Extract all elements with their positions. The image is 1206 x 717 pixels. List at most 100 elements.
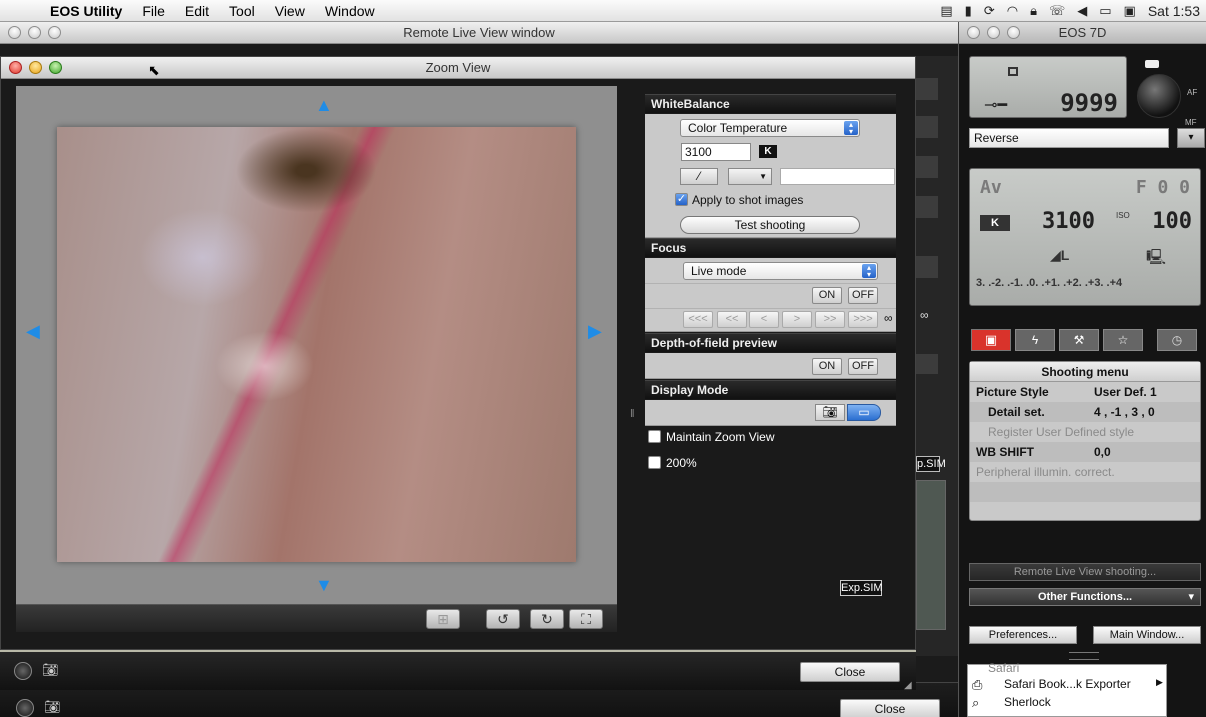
- maximize-icon[interactable]: [49, 61, 62, 74]
- wb-preset-dropdown[interactable]: ▼: [728, 168, 772, 185]
- preferences-button[interactable]: Preferences...: [969, 626, 1077, 644]
- focus-on-button[interactable]: ON: [812, 287, 842, 304]
- dof-off-button[interactable]: OFF: [848, 358, 878, 375]
- menu-edit[interactable]: Edit: [175, 0, 219, 22]
- wifi-icon[interactable]: ◠: [1007, 3, 1018, 19]
- menu-row-peripheral[interactable]: Peripheral illumin. correct.: [970, 462, 1200, 482]
- kelvin-unit-badge: K: [759, 145, 777, 158]
- rotate-left-icon[interactable]: ↺: [486, 609, 520, 629]
- grid-icon[interactable]: ⊞: [426, 609, 460, 629]
- remote-window-titlebar[interactable]: Remote Live View window: [0, 22, 958, 44]
- focus-off-button[interactable]: OFF: [848, 287, 878, 304]
- flash-tab-icon[interactable]: ϟ: [1015, 329, 1055, 351]
- list-item[interactable]: Safari: [988, 661, 1019, 675]
- splitter-handle[interactable]: ‖: [630, 408, 635, 420]
- timer-tab-icon[interactable]: ◷: [1157, 329, 1197, 351]
- reverse-field[interactable]: Reverse: [969, 128, 1169, 148]
- dof-section: ON OFF: [645, 353, 896, 379]
- remote-close-button[interactable]: Close: [840, 699, 940, 717]
- tools-tab-icon[interactable]: ⚒: [1059, 329, 1099, 351]
- eos-zoom-icon[interactable]: [1007, 26, 1020, 39]
- remote-infinity-label: ∞: [920, 308, 929, 322]
- dof-on-button[interactable]: ON: [812, 358, 842, 375]
- menu-row-picture-style[interactable]: Picture Style User Def. 1: [970, 382, 1200, 402]
- battery-icon[interactable]: ▮: [965, 3, 972, 19]
- apply-checkbox[interactable]: ✓: [675, 193, 688, 206]
- fit-screen-icon[interactable]: ⛶: [569, 609, 603, 629]
- pan-right-arrow-icon[interactable]: ▶: [588, 322, 602, 340]
- pc-display-icon[interactable]: ▭: [847, 404, 881, 421]
- status-tray: ▤ ▮ ⟳ ◠ 🔒︎ ☏ ◀ ▭ ▣ Sat 1:53: [940, 0, 1206, 22]
- mf-label: MF: [1185, 118, 1197, 127]
- display-icon[interactable]: ▭: [1099, 3, 1111, 19]
- test-shooting-button[interactable]: Test shooting: [680, 216, 860, 234]
- minimize-icon[interactable]: [29, 61, 42, 74]
- reverse-menu-button[interactable]: ▾: [1177, 128, 1205, 148]
- focus-near-1-button[interactable]: <: [749, 311, 779, 328]
- close-icon[interactable]: [9, 61, 22, 74]
- screen-icon[interactable]: ▣: [1124, 3, 1136, 19]
- remote-side-strip: ∞ p.SIM: [916, 56, 958, 656]
- quality-display[interactable]: ◢L: [1050, 247, 1069, 264]
- menu-row-register-style[interactable]: Register User Defined style: [970, 422, 1200, 442]
- shutter-dial[interactable]: [1137, 74, 1181, 118]
- eyedropper-icon[interactable]: ⁄: [680, 168, 718, 185]
- menu-row-detail-set[interactable]: Detail set. 4 , -1 , 3 , 0: [970, 402, 1200, 422]
- settings-lcd: Av F 0 0 K 3100 ISO 100 ◢L 🖳︎ 3. .-2. .-…: [969, 168, 1201, 306]
- focus-far-1-button[interactable]: >: [782, 311, 812, 328]
- remote-live-shooting-button[interactable]: Remote Live View shooting...: [969, 563, 1201, 581]
- focus-near-3-button[interactable]: <<<: [683, 311, 713, 328]
- menu-tool[interactable]: Tool: [219, 0, 265, 22]
- main-window-button[interactable]: Main Window...: [1093, 626, 1201, 644]
- zoom-close-button[interactable]: Close: [800, 662, 900, 682]
- camera-settings-icon[interactable]: 📷︎: [44, 699, 66, 717]
- other-functions-button[interactable]: Other Functions... ▾: [969, 588, 1201, 606]
- iso-display[interactable]: 100: [1152, 209, 1192, 234]
- clock[interactable]: Sat 1:53: [1148, 3, 1200, 19]
- eos-close-icon[interactable]: [967, 26, 980, 39]
- minimize-window-icon[interactable]: [28, 26, 41, 39]
- record-button[interactable]: [16, 699, 34, 717]
- kelvin-display[interactable]: 3100: [1042, 209, 1095, 234]
- focus-mode-select[interactable]: Live mode ▴ ▾: [683, 262, 878, 280]
- focus-far-2-button[interactable]: >>: [815, 311, 845, 328]
- aperture-display[interactable]: F 0 0: [1136, 177, 1190, 198]
- sync-icon[interactable]: ⟳: [984, 3, 995, 19]
- eos-minimize-icon[interactable]: [987, 26, 1000, 39]
- mymenu-tab-icon[interactable]: ☆: [1103, 329, 1143, 351]
- volume-icon[interactable]: ◀: [1077, 3, 1087, 19]
- kelvin-input[interactable]: 3100: [681, 143, 751, 161]
- resize-corner-icon[interactable]: ◢: [904, 680, 912, 691]
- zoom-200-checkbox[interactable]: [648, 456, 661, 469]
- zoom-window-icon[interactable]: [48, 26, 61, 39]
- menu-file[interactable]: File: [132, 0, 175, 22]
- camera-tab-icon[interactable]: ▣: [971, 329, 1011, 351]
- zoom-record-button[interactable]: [14, 662, 32, 680]
- rotate-right-icon[interactable]: ↻: [530, 609, 564, 629]
- maintain-zoom-checkbox[interactable]: [648, 430, 661, 443]
- phone-icon[interactable]: ☏: [1049, 3, 1065, 19]
- menu-row-wb-shift[interactable]: WB SHIFT 0,0: [970, 442, 1200, 462]
- list-item[interactable]: Sherlock: [1004, 695, 1051, 709]
- zoom-camera-settings-icon[interactable]: 📷︎: [42, 662, 59, 678]
- script-icon[interactable]: ▤: [940, 3, 952, 19]
- menu-app-name[interactable]: EOS Utility: [44, 0, 132, 22]
- pan-up-arrow-icon[interactable]: ▲: [315, 96, 333, 114]
- menu-window[interactable]: Window: [315, 0, 385, 22]
- zoom-titlebar[interactable]: Zoom View: [1, 57, 915, 79]
- menu-view[interactable]: View: [265, 0, 315, 22]
- lock-icon[interactable]: 🔒︎: [1030, 3, 1037, 19]
- eos-titlebar[interactable]: EOS 7D: [959, 22, 1206, 44]
- submenu-arrow-icon: ▶: [1156, 677, 1163, 687]
- pan-down-arrow-icon[interactable]: ▼: [315, 576, 333, 594]
- resize-grip[interactable]: [1069, 652, 1099, 660]
- focus-near-2-button[interactable]: <<: [717, 311, 747, 328]
- camera-display-icon[interactable]: 📷︎: [815, 404, 845, 421]
- close-window-icon[interactable]: [8, 26, 21, 39]
- wb-mode-select[interactable]: Color Temperature ▴ ▾: [680, 119, 860, 137]
- pan-left-arrow-icon[interactable]: ◀: [26, 322, 40, 340]
- list-item[interactable]: Safari Book...k Exporter: [1004, 677, 1131, 691]
- focus-mode-value: Live mode: [691, 264, 747, 278]
- focus-far-3-button[interactable]: >>>: [848, 311, 878, 328]
- mode-display[interactable]: Av: [980, 177, 1002, 198]
